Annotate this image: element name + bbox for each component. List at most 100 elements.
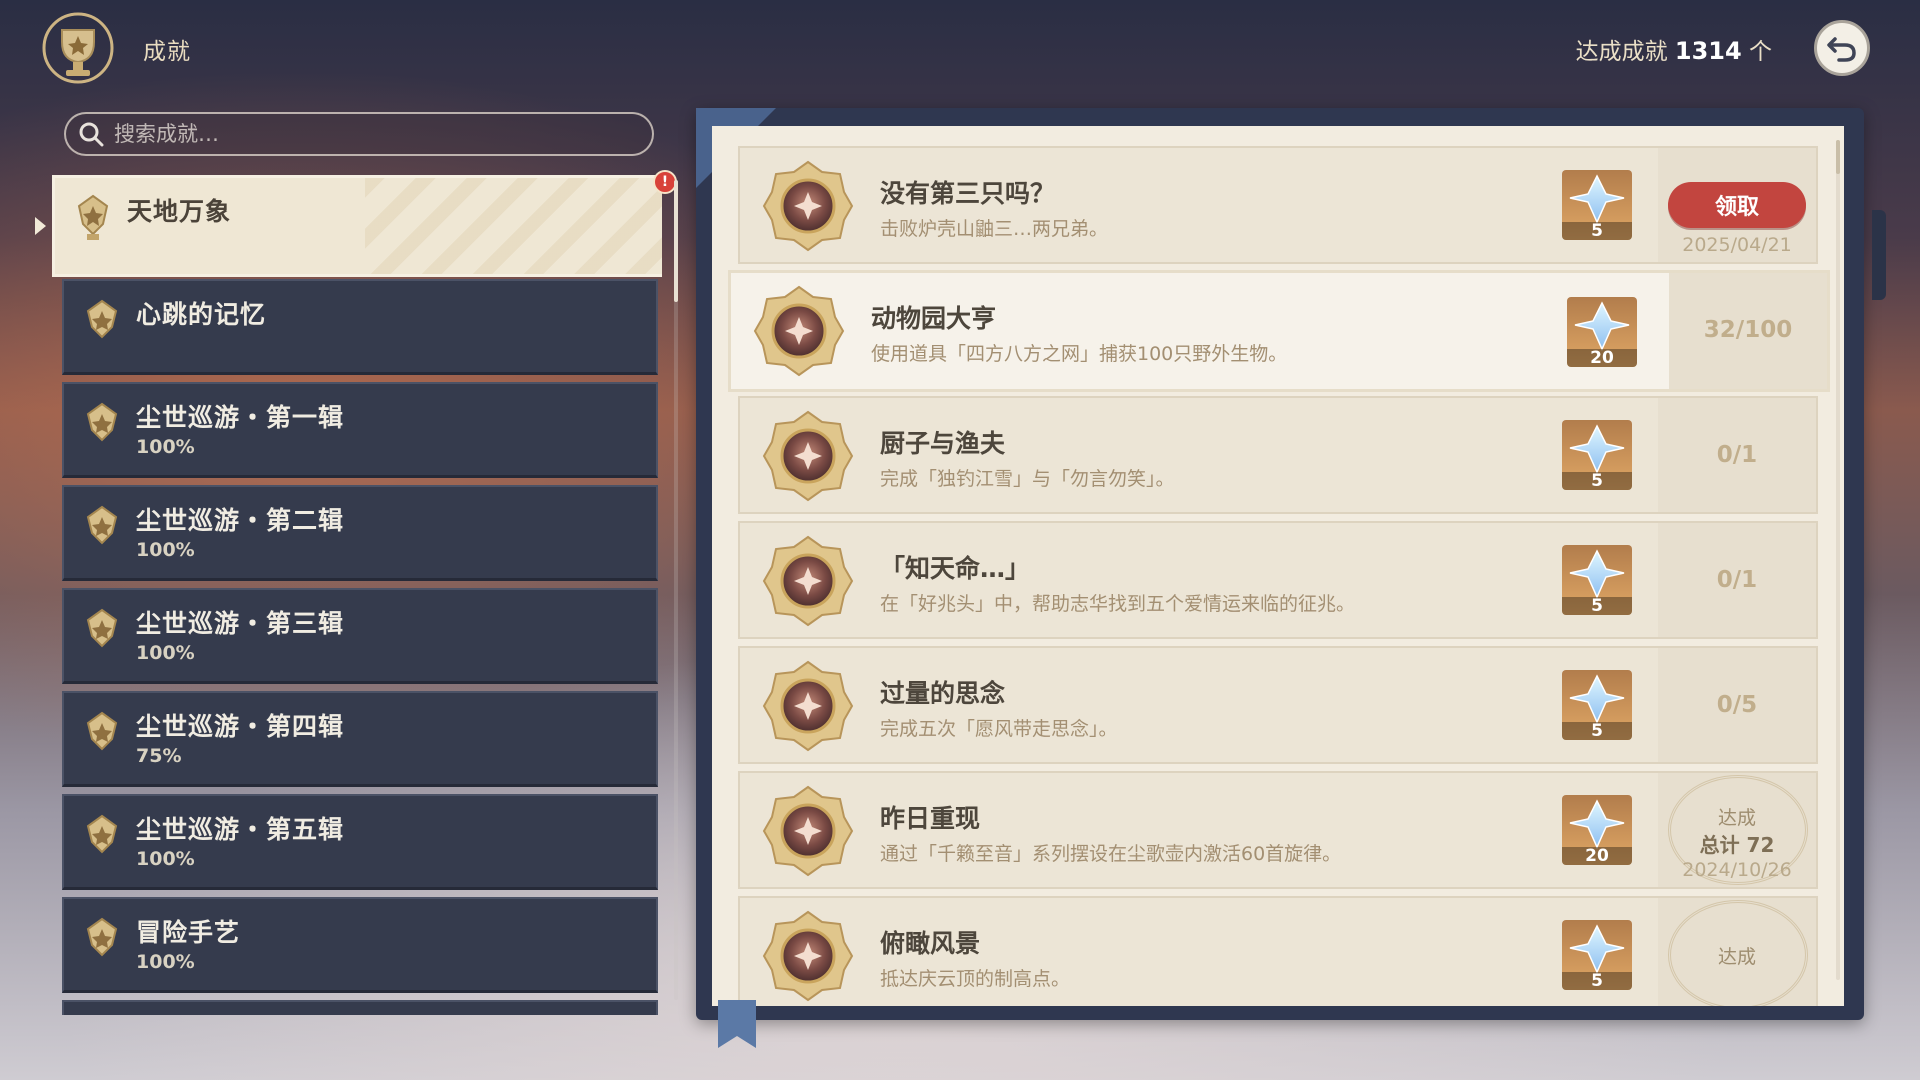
- reward-count: 20: [1562, 847, 1632, 865]
- achieved-unit: 个: [1749, 39, 1772, 65]
- primogem-icon: [1569, 424, 1625, 474]
- search-box[interactable]: [64, 112, 654, 156]
- achievement-progress: 0/1: [1716, 442, 1758, 468]
- achievement-progress: 0/5: [1716, 692, 1758, 718]
- achievement-count: 达成成就 1314 个: [1576, 32, 1772, 66]
- primogem-icon: [1569, 924, 1625, 974]
- achievement-desc: 完成五次「愿风带走思念」。: [880, 718, 1118, 740]
- back-arrow-icon: [1827, 37, 1856, 62]
- achievement-status-area: 领取 2025/04/21: [1658, 148, 1816, 262]
- achievement-category-icon: [86, 402, 118, 442]
- category-item-wonders-3[interactable]: 尘世巡游・第三辑 100%: [62, 588, 658, 684]
- achievement-medal-icon: [762, 160, 854, 252]
- achievement-row: 昨日重现 通过「千籁至音」系列摆设在尘歌壶内激活60首旋律。 20 达成 总计 …: [738, 771, 1818, 889]
- achievement-status-area: 达成: [1658, 898, 1816, 1006]
- selected-indicator: [35, 217, 46, 235]
- reward-item: 5: [1562, 170, 1632, 240]
- achievement-title: 厨子与渔夫: [880, 429, 1006, 458]
- achievement-category-icon: [86, 299, 118, 339]
- reward-item: 5: [1562, 920, 1632, 990]
- category-name: 天地万象: [127, 197, 232, 226]
- category-item-adventure-craft[interactable]: 冒险手艺 100%: [62, 897, 658, 993]
- reward-count: 5: [1562, 597, 1632, 615]
- completed-total: 总计 72: [1699, 833, 1775, 857]
- category-item-heartbeat[interactable]: 心跳的记忆: [62, 279, 658, 375]
- search-icon: [79, 122, 104, 147]
- achievement-medal-icon: [762, 535, 854, 627]
- achievement-row: 俯瞰风景 抵达庆云顶的制高点。 5 达成: [738, 896, 1818, 1006]
- category-item-wonders-2[interactable]: 尘世巡游・第二辑 100%: [62, 485, 658, 581]
- category-name: 心跳的记忆: [136, 300, 267, 329]
- category-item-tiandi[interactable]: 天地万象: [52, 175, 662, 277]
- reward-item: 5: [1562, 420, 1632, 490]
- reward-count: 5: [1562, 722, 1632, 740]
- achievement-category-icon: [86, 711, 118, 751]
- reward-count: 5: [1562, 222, 1632, 240]
- achievement-date: 2024/10/26: [1682, 859, 1792, 881]
- achievement-list: 没有第三只吗？ 击败炉壳山鼬三…两兄弟。 5 领取 2025/04/21 动物园…: [712, 126, 1844, 1006]
- category-name: 冒险手艺: [136, 918, 241, 947]
- achievement-status-area: 达成 总计 72 2024/10/26: [1658, 773, 1816, 887]
- achievement-scrollbar[interactable]: [1836, 140, 1840, 980]
- category-percent: 100%: [136, 436, 195, 458]
- achieved-label: 达成成就: [1575, 39, 1668, 65]
- primogem-icon: [1574, 301, 1630, 351]
- achievement-date: 2025/04/21: [1682, 234, 1792, 256]
- achievement-row[interactable]: 动物园大亨 使用道具「四方八方之网」捕获100只野外生物。 20 32/100: [728, 270, 1830, 392]
- primogem-icon: [1569, 549, 1625, 599]
- reward-count: 5: [1562, 972, 1632, 990]
- achievement-row: 过量的思念 完成五次「愿风带走思念」。 5 0/5: [738, 646, 1818, 764]
- category-scrollbar[interactable]: [674, 180, 678, 1000]
- achievement-desc: 使用道具「四方八方之网」捕获100只野外生物。: [871, 343, 1288, 365]
- achievement-title: 昨日重现: [880, 804, 981, 833]
- achievement-desc: 击败炉壳山鼬三…两兄弟。: [880, 218, 1109, 240]
- bookmark-ribbon: [718, 1000, 756, 1048]
- claim-button[interactable]: 领取: [1668, 182, 1806, 228]
- category-item-wonders-5[interactable]: 尘世巡游・第五辑 100%: [62, 794, 658, 890]
- category-percent: 100%: [136, 951, 195, 973]
- achievement-title: 动物园大亨: [871, 304, 997, 333]
- reward-count: 5: [1562, 472, 1632, 490]
- category-list: 天地万象 心跳的记忆 尘世巡游・第一辑 100% 尘世巡游・第二辑 100% 尘…: [52, 175, 662, 1015]
- achievement-medal-icon: [753, 285, 845, 377]
- achievement-title: 过量的思念: [880, 679, 1006, 708]
- achievement-title: 俯瞰风景: [880, 929, 981, 958]
- primogem-icon: [1569, 174, 1625, 224]
- category-decoration: [365, 178, 662, 274]
- achievement-medal-icon: [762, 660, 854, 752]
- category-name: 尘世巡游・第四辑: [136, 712, 345, 741]
- category-percent: 100%: [136, 848, 195, 870]
- achievement-category-icon: [86, 814, 118, 854]
- category-name: 尘世巡游・第二辑: [136, 506, 345, 535]
- achievement-medal-icon: [762, 910, 854, 1002]
- category-name: 尘世巡游・第一辑: [136, 403, 345, 432]
- search-input[interactable]: [112, 121, 616, 147]
- category-item-next[interactable]: [62, 1000, 658, 1015]
- achievement-medal-icon: [762, 785, 854, 877]
- back-button[interactable]: [1814, 20, 1870, 76]
- achievement-desc: 抵达庆云顶的制高点。: [880, 968, 1071, 990]
- category-percent: 100%: [136, 642, 195, 664]
- achievement-category-icon: [86, 608, 118, 648]
- primogem-icon: [1569, 674, 1625, 724]
- achievement-title: 没有第三只吗？: [880, 179, 1056, 208]
- category-name: 尘世巡游・第五辑: [136, 815, 345, 844]
- scrollbar-thumb[interactable]: [674, 180, 678, 302]
- achievement-category-icon: [77, 194, 109, 240]
- trophy-emblem-icon: [40, 10, 116, 86]
- category-percent: 100%: [136, 539, 195, 561]
- category-item-wonders-1[interactable]: 尘世巡游・第一辑 100%: [62, 382, 658, 478]
- reward-count: 20: [1567, 349, 1637, 367]
- scrollbar-thumb[interactable]: [1836, 140, 1840, 174]
- achievement-row: 没有第三只吗？ 击败炉壳山鼬三…两兄弟。 5 领取 2025/04/21: [738, 146, 1818, 264]
- reward-item: 5: [1562, 670, 1632, 740]
- achievement-row: 「知天命…」 在「好兆头」中，帮助志华找到五个爱情运来临的征兆。 5 0/1: [738, 521, 1818, 639]
- category-name: 尘世巡游・第三辑: [136, 609, 345, 638]
- achieved-number: 1314: [1674, 37, 1742, 65]
- achievement-desc: 在「好兆头」中，帮助志华找到五个爱情运来临的征兆。: [880, 593, 1356, 615]
- category-item-wonders-4[interactable]: 尘世巡游・第四辑 75%: [62, 691, 658, 787]
- achievement-progress: 32/100: [1703, 317, 1793, 343]
- achievement-medal-icon: [762, 410, 854, 502]
- reward-item: 5: [1562, 545, 1632, 615]
- reward-item: 20: [1562, 795, 1632, 865]
